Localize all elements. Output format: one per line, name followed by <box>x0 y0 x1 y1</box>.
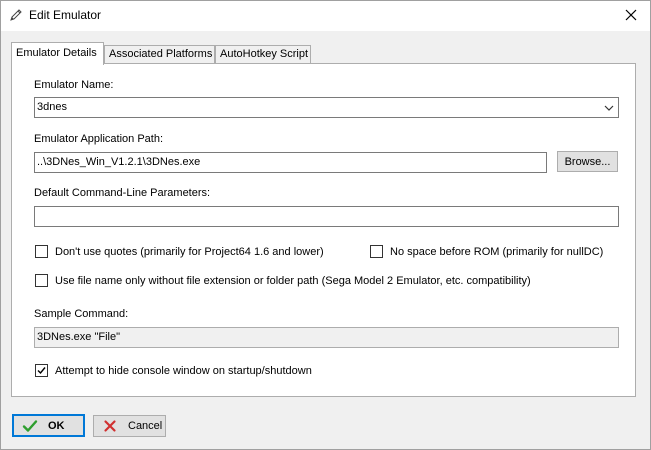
tab-emulator-details[interactable]: Emulator Details <box>11 42 104 65</box>
cancel-x-icon <box>104 420 116 432</box>
no-space-checkbox[interactable]: No space before ROM (primarily for nullD… <box>370 245 603 258</box>
tab-label: Associated Platforms <box>109 48 213 60</box>
tab-associated-platforms[interactable]: Associated Platforms <box>104 45 215 64</box>
ok-button[interactable]: OK <box>12 414 85 437</box>
close-icon <box>625 9 637 21</box>
cancel-label: Cancel <box>128 420 163 432</box>
cancel-button[interactable]: Cancel <box>93 415 166 437</box>
filename-only-checkbox[interactable]: Use file name only without file extensio… <box>35 274 531 287</box>
no-space-checkbox-box[interactable] <box>370 245 383 258</box>
sample-command-field: 3DNes.exe "File" <box>34 327 619 348</box>
no-space-label: No space before ROM (primarily for nullD… <box>390 245 604 258</box>
cmdline-label: Default Command-Line Parameters: <box>34 187 211 199</box>
sample-command-label: Sample Command: <box>34 308 129 320</box>
chevron-down-icon <box>604 105 614 111</box>
edit-emulator-dialog: Edit Emulator Emulator Details Associate… <box>0 0 651 450</box>
title-bar: Edit Emulator <box>1 1 650 31</box>
cmdline-input[interactable] <box>34 206 619 227</box>
tab-autohotkey-script[interactable]: AutoHotkey Script <box>215 45 311 64</box>
no-quotes-checkbox-box[interactable] <box>35 245 48 258</box>
checkmark-icon <box>22 419 38 432</box>
hide-console-checkbox[interactable]: Attempt to hide console window on startu… <box>35 364 312 377</box>
emulator-name-label: Emulator Name: <box>34 79 114 91</box>
ok-label: OK <box>48 419 65 432</box>
close-button[interactable] <box>618 4 644 26</box>
checkmark-icon <box>37 367 46 375</box>
emulator-name-value: 3dnes <box>37 101 67 113</box>
tab-label: AutoHotkey Script <box>220 48 309 60</box>
tab-label: Emulator Details <box>16 47 97 59</box>
app-path-input[interactable]: ..\3DNes_Win_V1.2.1\3DNes.exe <box>34 152 547 173</box>
hide-console-checkbox-box[interactable] <box>35 364 48 377</box>
filename-only-checkbox-box[interactable] <box>35 274 48 287</box>
hide-console-label: Attempt to hide console window on startu… <box>55 364 312 377</box>
browse-label: Browse... <box>564 155 611 168</box>
no-quotes-label: Don't use quotes (primarily for Project6… <box>55 245 324 258</box>
no-quotes-checkbox[interactable]: Don't use quotes (primarily for Project6… <box>35 245 324 258</box>
browse-button[interactable]: Browse... <box>557 151 618 172</box>
filename-only-label: Use file name only without file extensio… <box>55 274 531 287</box>
tab-panel-emulator-details: Emulator Name: 3dnes Emulator Applicatio… <box>11 63 636 397</box>
pencil-icon <box>8 7 24 23</box>
emulator-name-combobox[interactable]: 3dnes <box>34 97 619 118</box>
window-title: Edit Emulator <box>29 8 102 22</box>
app-path-label: Emulator Application Path: <box>34 133 164 145</box>
